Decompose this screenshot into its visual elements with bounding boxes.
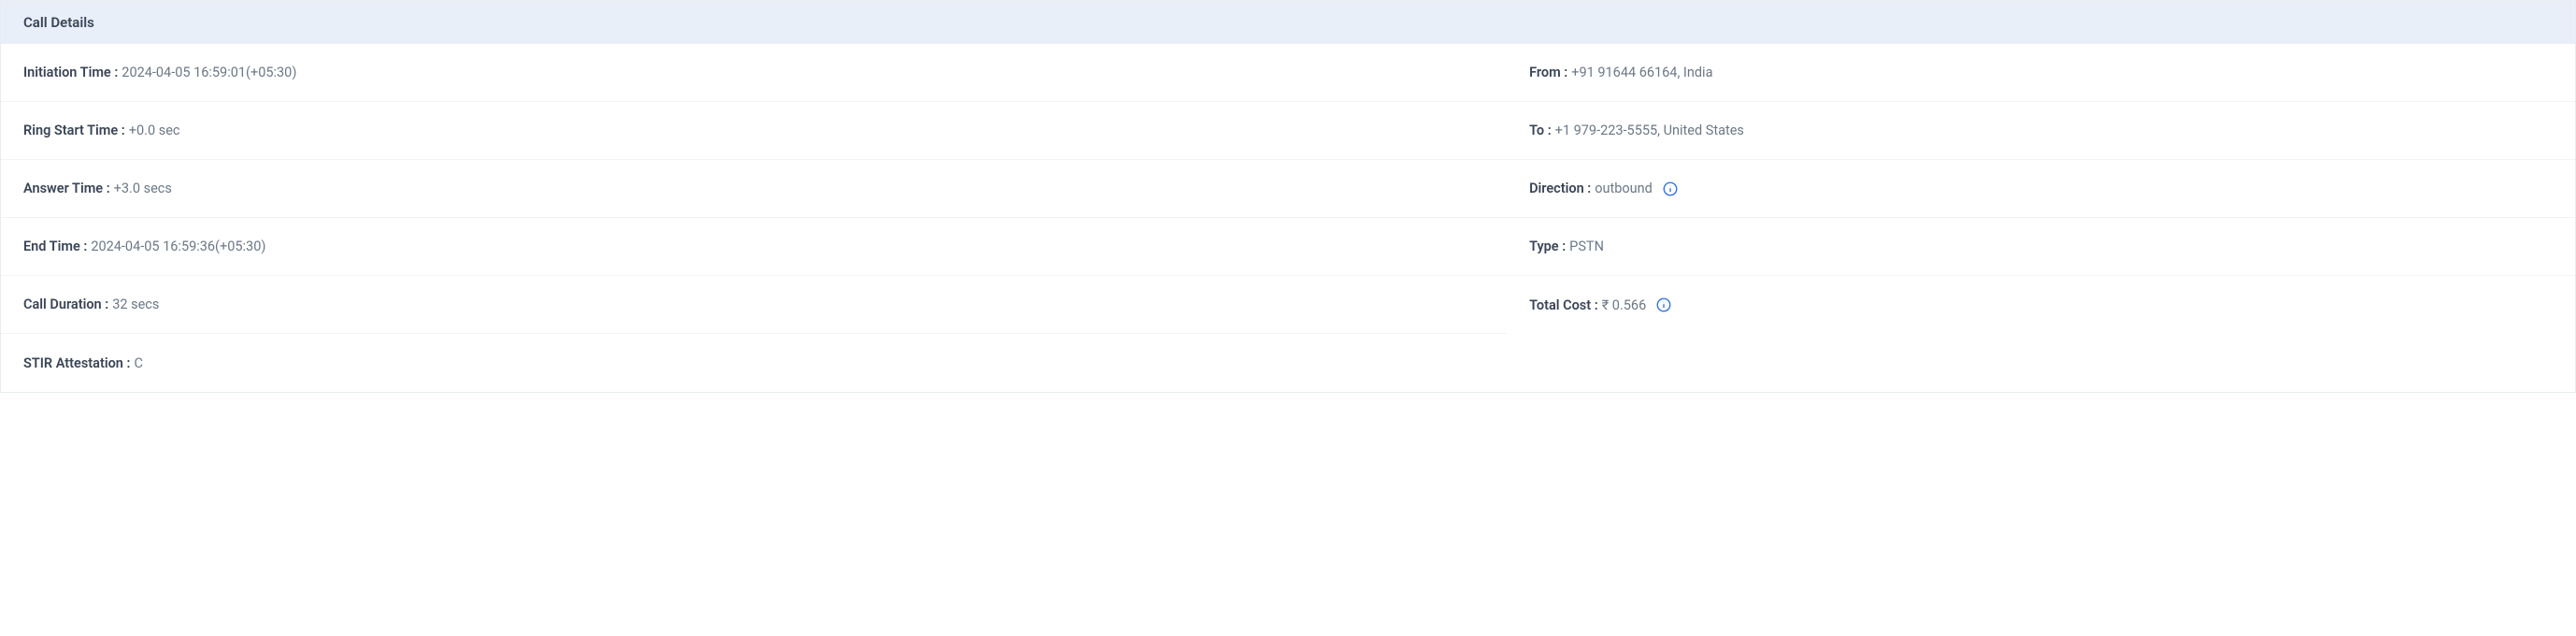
label-stir-attestation: STIR Attestation : <box>23 355 130 371</box>
value-stir-attestation: C <box>134 355 142 371</box>
label-to: To : <box>1529 123 1552 138</box>
value-end-time: 2024-04-05 16:59:36(+05:30) <box>91 238 265 254</box>
row-answer-time: Answer Time : +3.0 secs <box>1 160 1507 218</box>
value-type: PSTN <box>1569 238 1604 254</box>
value-total-cost: ₹ 0.566 <box>1602 297 1647 313</box>
row-total-cost: Total Cost : ₹ 0.566 <box>1507 276 2575 334</box>
row-end-time: End Time : 2024-04-05 16:59:36(+05:30) <box>1 218 1507 276</box>
row-stir-attestation: STIR Attestation : C <box>1 334 1507 392</box>
info-icon[interactable] <box>1662 181 1679 197</box>
value-answer-time: +3.0 secs <box>114 181 172 196</box>
panel-header: Call Details <box>1 1 2575 44</box>
col-right: From : +91 91644 66164, India To : +1 97… <box>1507 44 2575 392</box>
row-to: To : +1 979-223-5555, United States <box>1507 102 2575 160</box>
value-ring-start-time: +0.0 sec <box>129 123 180 138</box>
panel-body: Initiation Time : 2024-04-05 16:59:01(+0… <box>1 44 2575 392</box>
value-from: +91 91644 66164, India <box>1571 65 1712 80</box>
row-initiation-time: Initiation Time : 2024-04-05 16:59:01(+0… <box>1 44 1507 102</box>
label-call-duration: Call Duration : <box>23 296 108 312</box>
panel-title: Call Details <box>23 14 94 31</box>
label-initiation-time: Initiation Time : <box>23 65 118 80</box>
label-direction: Direction : <box>1529 181 1591 196</box>
label-type: Type : <box>1529 238 1566 254</box>
value-direction: outbound <box>1595 181 1653 196</box>
row-type: Type : PSTN <box>1507 218 2575 276</box>
col-left: Initiation Time : 2024-04-05 16:59:01(+0… <box>1 44 1507 392</box>
value-initiation-time: 2024-04-05 16:59:01(+05:30) <box>122 65 296 80</box>
row-call-duration: Call Duration : 32 secs <box>1 276 1507 334</box>
value-to: +1 979-223-5555, United States <box>1555 123 1744 138</box>
label-ring-start-time: Ring Start Time : <box>23 123 125 138</box>
value-call-duration: 32 secs <box>112 296 159 312</box>
row-ring-start-time: Ring Start Time : +0.0 sec <box>1 102 1507 160</box>
label-answer-time: Answer Time : <box>23 181 110 196</box>
call-details-panel: Call Details Initiation Time : 2024-04-0… <box>0 0 2576 393</box>
label-total-cost: Total Cost : <box>1529 297 1598 313</box>
label-end-time: End Time : <box>23 238 87 254</box>
label-from: From : <box>1529 65 1567 80</box>
info-icon[interactable] <box>1655 296 1672 313</box>
row-from: From : +91 91644 66164, India <box>1507 44 2575 102</box>
row-direction: Direction : outbound <box>1507 160 2575 218</box>
